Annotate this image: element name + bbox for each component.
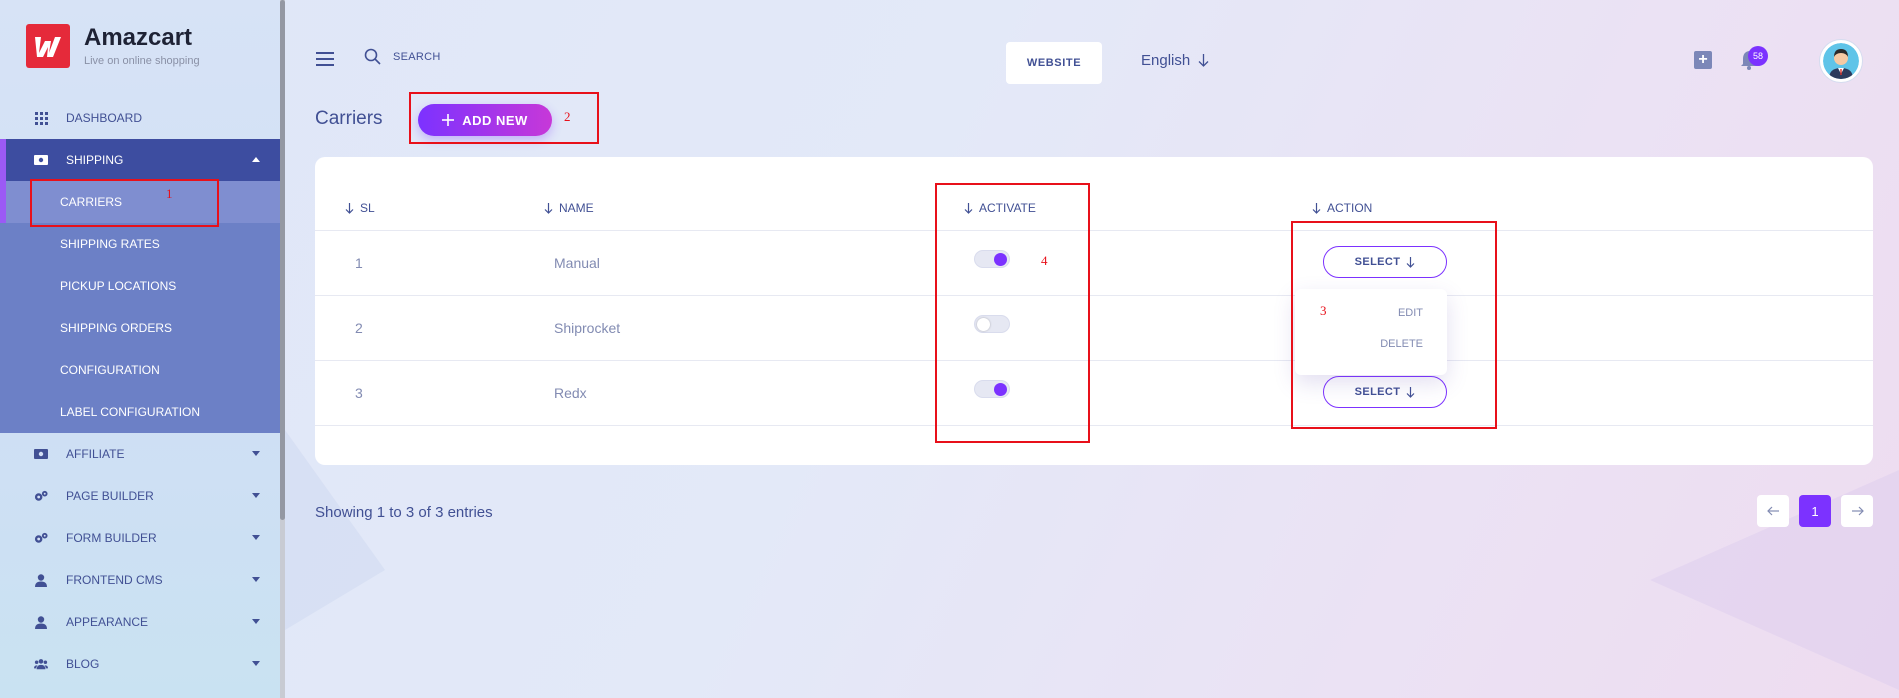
brand-tagline: Live on online shopping (84, 55, 200, 67)
language-value: English (1141, 52, 1191, 69)
row-divider (315, 360, 1873, 361)
sidebar-subitem-shipping-rates[interactable]: SHIPPING RATES (0, 223, 280, 265)
sidebar-item-label: DASHBOARD (66, 111, 143, 125)
gears-icon (34, 531, 48, 545)
grid-icon (34, 111, 48, 125)
menu-toggle-icon[interactable] (316, 52, 334, 66)
arrow-left-icon (1766, 506, 1779, 516)
sidebar-item-label: BLOG (66, 657, 100, 671)
row-divider (315, 295, 1873, 296)
pagination-next[interactable] (1841, 495, 1873, 527)
annotation-number: 4 (1041, 253, 1048, 268)
gears-icon (34, 489, 48, 503)
notification-badge: 58 (1748, 46, 1768, 66)
pagination-prev[interactable] (1757, 495, 1789, 527)
sidebar-item-form-builder[interactable]: FORM BUILDER (0, 517, 280, 559)
column-label: NAME (559, 201, 594, 215)
sort-arrow-icon (544, 202, 553, 214)
website-button[interactable]: WEBSITE (1006, 42, 1102, 84)
row-name: Shiprocket (554, 320, 621, 336)
chevron-down-icon (252, 451, 260, 456)
annotation-box (30, 179, 219, 227)
money-icon (34, 153, 48, 167)
sidebar-item-frontend-cms[interactable]: FRONTEND CMS (0, 559, 280, 601)
column-label: SL (360, 201, 375, 215)
sidebar-item-label: FORM BUILDER (66, 531, 157, 545)
money-icon (34, 447, 48, 461)
row-name: Redx (554, 385, 587, 401)
row-sl: 2 (355, 320, 363, 336)
sidebar-subitem-shipping-orders[interactable]: SHIPPING ORDERS (0, 307, 280, 349)
sidebar-item-appearance[interactable]: APPEARANCE (0, 601, 280, 643)
sort-arrow-icon (345, 202, 354, 214)
sidebar-item-dashboard[interactable]: DASHBOARD (0, 97, 280, 139)
column-label: ACTION (1327, 201, 1373, 215)
user-icon (34, 573, 48, 587)
annotation-box (1291, 221, 1497, 429)
sidebar-scrollbar[interactable] (280, 0, 285, 698)
annotation-number: 3 (1320, 303, 1327, 318)
chevron-down-icon (252, 577, 260, 582)
sidebar-item-label: AFFILIATE (66, 447, 125, 461)
brand-name: Amazcart (84, 24, 193, 51)
chevron-down-icon (252, 619, 260, 624)
sidebar-subitem-configuration[interactable]: CONFIGURATION (0, 349, 280, 391)
search-label: SEARCH (393, 50, 441, 63)
sidebar-item-shipping[interactable]: SHIPPING (0, 139, 280, 181)
row-sl: 1 (355, 255, 363, 271)
column-header-action[interactable]: ACTION (1312, 201, 1372, 215)
pagination-page-current[interactable]: 1 (1799, 495, 1831, 527)
sidebar-item-blog[interactable]: BLOG (0, 643, 280, 685)
search[interactable]: SEARCH (364, 48, 441, 65)
row-divider (315, 230, 1873, 231)
sidebar-item-affiliate[interactable]: AFFILIATE (0, 433, 280, 475)
showing-entries: Showing 1 to 3 of 3 entries (315, 504, 493, 521)
chevron-up-icon (252, 157, 260, 162)
chevron-down-icon (252, 535, 260, 540)
page-title: Carriers (315, 108, 383, 129)
sidebar-item-label: APPEARANCE (66, 615, 149, 629)
avatar[interactable] (1820, 40, 1862, 82)
scrollbar-thumb[interactable] (280, 0, 285, 520)
sidebar-subitem-pickup-locations[interactable]: PICKUP LOCATIONS (0, 265, 280, 307)
users-icon (34, 657, 48, 671)
add-square-icon[interactable]: + (1694, 51, 1712, 69)
chevron-down-icon (252, 661, 260, 666)
brand[interactable]: Amazcart Live on online shopping (26, 24, 200, 68)
annotation-box (409, 92, 599, 144)
sidebar: Amazcart Live on online shopping DASHBOA… (0, 0, 280, 698)
annotation-box (935, 183, 1090, 443)
row-name: Manual (554, 255, 600, 271)
row-sl: 3 (355, 385, 363, 401)
sidebar-item-label: PAGE BUILDER (66, 489, 154, 503)
chevron-down-icon (252, 493, 260, 498)
annotation-number: 1 (166, 186, 173, 201)
annotation-number: 2 (564, 109, 571, 124)
sidebar-item-label: FRONTEND CMS (66, 573, 163, 587)
row-divider (315, 425, 1873, 426)
search-icon (364, 48, 381, 65)
user-icon (34, 615, 48, 629)
sort-arrow-icon (1312, 202, 1321, 214)
arrow-down-icon (1198, 54, 1209, 67)
sidebar-item-label: SHIPPING (66, 153, 124, 167)
sidebar-subitem-label-configuration[interactable]: LABEL CONFIGURATION (0, 391, 280, 433)
logo (26, 24, 70, 68)
arrow-right-icon (1851, 506, 1864, 516)
sidebar-item-page-builder[interactable]: PAGE BUILDER (0, 475, 280, 517)
language-select[interactable]: English (1141, 52, 1209, 69)
column-header-sl[interactable]: SL (345, 201, 375, 215)
column-header-name[interactable]: NAME (544, 201, 594, 215)
